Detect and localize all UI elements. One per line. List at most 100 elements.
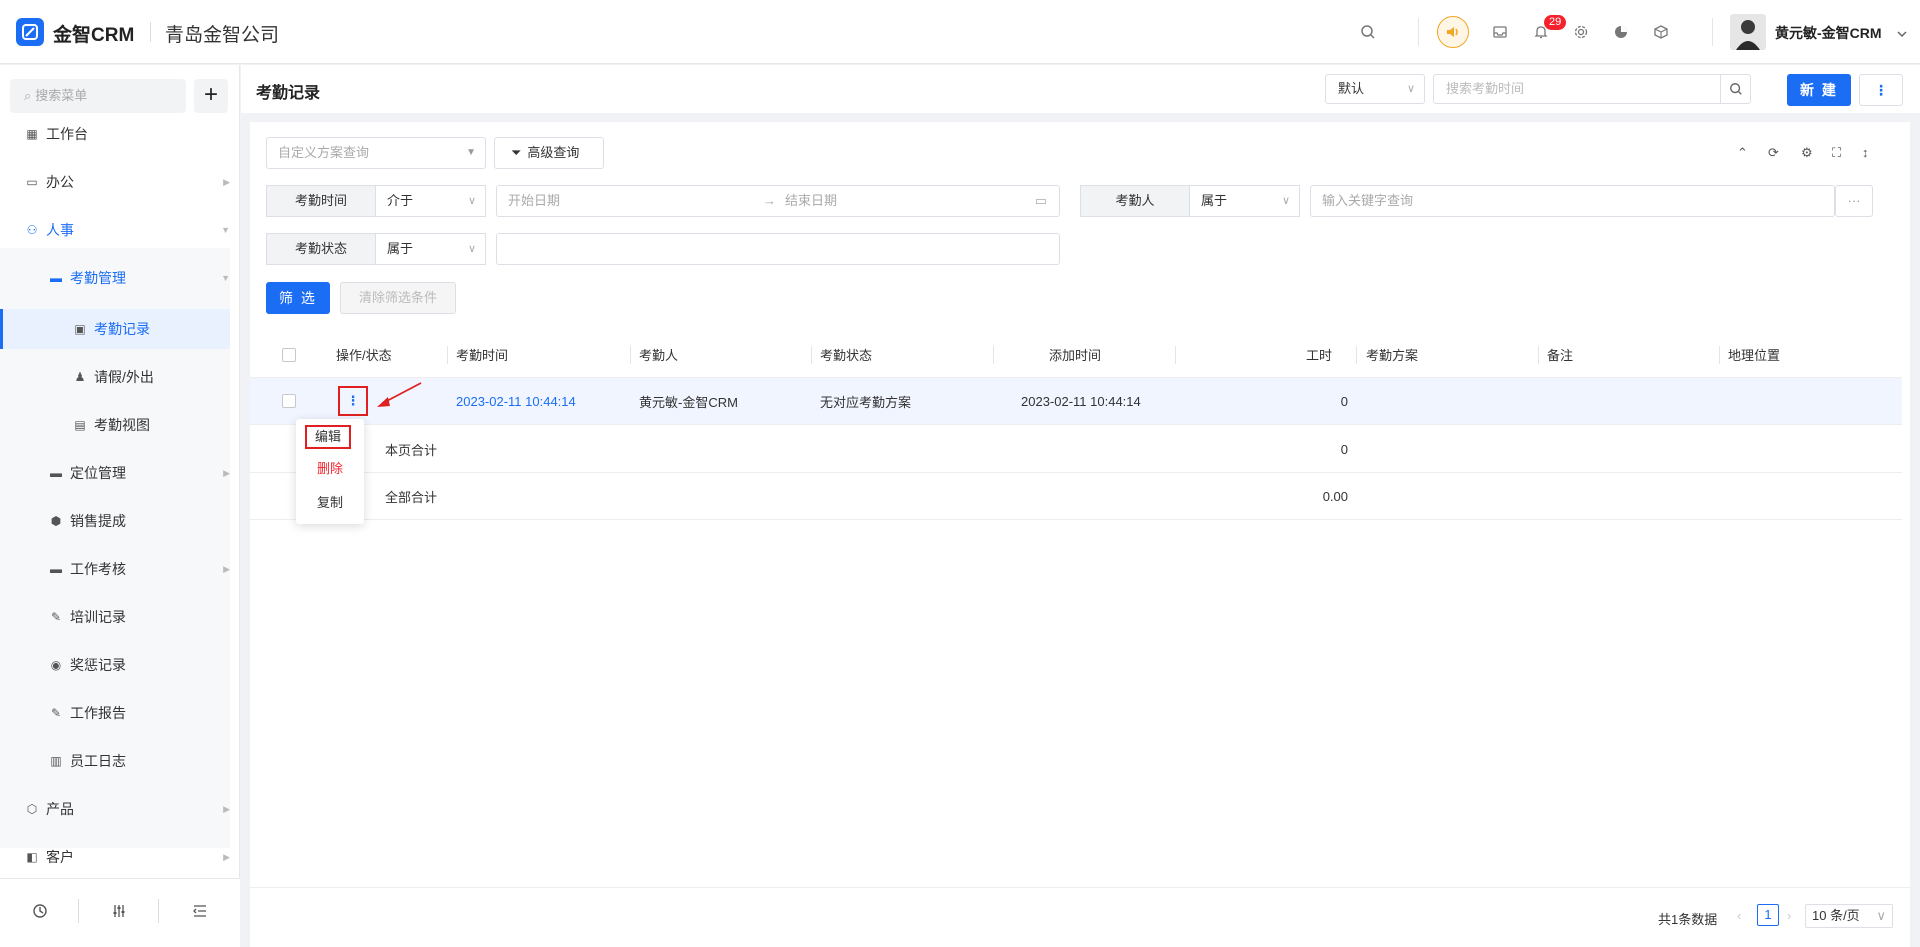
avatar[interactable] bbox=[1730, 14, 1766, 50]
prev-page-icon[interactable]: ‹ bbox=[1737, 908, 1741, 923]
view-select-value: 默认 bbox=[1338, 81, 1365, 96]
sidebar-item-workbench[interactable]: ▦ 工作台 bbox=[0, 114, 230, 154]
chevron-down-icon[interactable] bbox=[1890, 22, 1914, 46]
box-icon: ⬡ bbox=[26, 802, 38, 816]
select-all-checkbox[interactable] bbox=[282, 332, 296, 377]
person-operator-select[interactable]: 属于 ∨ bbox=[1190, 185, 1300, 217]
column-header[interactable]: 考勤方案 bbox=[1366, 332, 1418, 377]
status-operator-value: 属于 bbox=[387, 241, 414, 256]
caret-down-icon: ▼ bbox=[466, 147, 476, 158]
column-header[interactable]: 添加时间 bbox=[1049, 332, 1101, 377]
sidebar-item-assessment[interactable]: ▬ 工作考核 ▶ bbox=[0, 549, 230, 589]
sidebar-item-rewards[interactable]: ◉ 奖惩记录 bbox=[0, 645, 230, 685]
menu-search-input[interactable]: ⌕ 搜索菜单 bbox=[10, 79, 186, 113]
sidebar-item-product[interactable]: ⬡ 产品 ▶ bbox=[0, 789, 230, 829]
search-icon[interactable] bbox=[1356, 20, 1380, 44]
sidebar-item-attendance-view[interactable]: ▤ 考勤视图 bbox=[0, 405, 230, 445]
search-icon bbox=[1729, 83, 1742, 95]
column-header[interactable]: 操作/状态 bbox=[336, 332, 392, 377]
history-icon[interactable] bbox=[28, 899, 52, 923]
advanced-query-button[interactable]: ⏷ 高级查询 bbox=[494, 137, 604, 169]
hexagon-icon: ⬢ bbox=[50, 514, 62, 528]
view-select[interactable]: 默认 ∨ bbox=[1325, 74, 1425, 104]
settings-icon[interactable]: ⚙ bbox=[1801, 145, 1813, 161]
total-count: 共1条数据 bbox=[1658, 912, 1718, 927]
logo-text[interactable]: 金智CRM bbox=[53, 20, 134, 47]
divider bbox=[150, 22, 151, 42]
page-title: 考勤记录 bbox=[256, 85, 321, 102]
search-input[interactable]: 搜索考勤时间 bbox=[1433, 74, 1721, 104]
delete-menu-item[interactable]: 删除 bbox=[296, 456, 364, 482]
sidebar-item-label: 请假/外出 bbox=[94, 369, 154, 385]
page-size-select[interactable]: 10 条/页 ∨ bbox=[1805, 904, 1893, 928]
checkbox[interactable] bbox=[282, 394, 296, 408]
time-operator-select[interactable]: 介于 ∨ bbox=[376, 185, 486, 217]
sidebar-item-label: 工作考核 bbox=[70, 561, 126, 577]
row-actions-menu: 编辑 删除 复制 bbox=[296, 419, 364, 524]
chevron-down-icon: ∨ bbox=[1876, 908, 1886, 923]
collapse-up-icon[interactable]: ⌃ bbox=[1737, 145, 1748, 161]
page-number-current[interactable]: 1 bbox=[1757, 904, 1779, 926]
add-menu-button[interactable]: + bbox=[194, 79, 228, 113]
column-header[interactable]: 备注 bbox=[1547, 332, 1573, 377]
status-operator-select[interactable]: 属于 ∨ bbox=[376, 233, 486, 265]
sidebar-item-customer[interactable]: ◧ 客户 ▶ bbox=[0, 837, 230, 877]
column-header[interactable]: 考勤状态 bbox=[820, 332, 872, 377]
status-value-input[interactable] bbox=[496, 233, 1060, 265]
divider bbox=[1418, 18, 1419, 46]
sidebar-item-office[interactable]: ▭ 办公 ▶ bbox=[0, 162, 230, 202]
row-height-icon[interactable]: ↕ bbox=[1862, 145, 1869, 160]
date-range-picker[interactable]: 开始日期 → 结束日期 ▭ bbox=[496, 185, 1060, 217]
checkbox[interactable] bbox=[282, 347, 296, 362]
sidebar-item-training[interactable]: ✎ 培训记录 bbox=[0, 597, 230, 637]
sidebar-item-leave[interactable]: ♟ 请假/外出 bbox=[0, 357, 230, 397]
more-dots-button[interactable]: ··· bbox=[1835, 185, 1873, 217]
more-options-button[interactable]: ⋮ bbox=[1859, 74, 1903, 106]
sidebar-item-location[interactable]: ▬ 定位管理 ▶ bbox=[0, 453, 230, 493]
clear-filter-button[interactable]: 清除筛选条件 bbox=[340, 282, 456, 314]
table-row[interactable]: ⋮ 2023-02-11 10:44:14 黄元敏-金智CRM 无对应考勤方案 … bbox=[250, 378, 1902, 425]
row-checkbox[interactable] bbox=[282, 378, 296, 424]
edit-menu-item[interactable]: 编辑 bbox=[305, 425, 351, 449]
sidebar-item-commission[interactable]: ⬢ 销售提成 bbox=[0, 501, 230, 541]
scheme-select[interactable]: 自定义方案查询 ▼ bbox=[266, 137, 486, 169]
calendar-icon: ▭ bbox=[1034, 193, 1047, 208]
sidebar-item-label: 工作台 bbox=[46, 126, 88, 142]
column-header[interactable]: 地理位置 bbox=[1728, 332, 1780, 377]
sidebar-item-staff-log[interactable]: ▥ 员工日志 bbox=[0, 741, 230, 781]
pie-chart-icon[interactable] bbox=[1609, 20, 1633, 44]
chevron-down-icon: ∨ bbox=[1406, 83, 1415, 95]
sidebar-item-attendance-records[interactable]: ▣ 考勤记录 bbox=[0, 309, 230, 349]
sidebar-item-attendance-mgmt[interactable]: ▬ 考勤管理 ▼ bbox=[0, 258, 230, 298]
sliders-icon[interactable] bbox=[107, 899, 131, 923]
monitor-icon: ▭ bbox=[26, 175, 38, 189]
folder-icon: ▬ bbox=[50, 271, 62, 285]
keyword-input[interactable]: 输入关键字查询 bbox=[1310, 185, 1835, 217]
column-header[interactable]: 考勤时间 bbox=[456, 332, 508, 377]
speaker-icon[interactable] bbox=[1437, 16, 1469, 48]
filter-button[interactable]: 筛 选 bbox=[266, 282, 330, 314]
collapse-menu-icon[interactable] bbox=[188, 899, 212, 923]
copy-menu-item[interactable]: 复制 bbox=[296, 490, 364, 516]
new-button[interactable]: 新 建 bbox=[1787, 74, 1851, 106]
column-header[interactable]: 考勤人 bbox=[639, 332, 678, 377]
next-page-icon[interactable]: › bbox=[1787, 908, 1791, 923]
gear-icon[interactable] bbox=[1569, 20, 1593, 44]
cube-icon[interactable] bbox=[1649, 20, 1673, 44]
column-header[interactable]: 工时 bbox=[1306, 332, 1332, 377]
inbox-icon[interactable] bbox=[1488, 20, 1512, 44]
logo-icon[interactable] bbox=[16, 18, 44, 46]
all-total-label: 全部合计 bbox=[385, 489, 438, 505]
top-bar: 金智CRM 青岛金智公司 29 黄元敏-金智CRM bbox=[0, 0, 1920, 64]
divider bbox=[1538, 346, 1539, 364]
search-icon: ⌕ bbox=[24, 88, 32, 103]
fullscreen-icon[interactable]: ⛶ bbox=[1832, 145, 1841, 161]
status-filter-label: 考勤状态 bbox=[266, 233, 376, 265]
sidebar-item-work-report[interactable]: ✎ 工作报告 bbox=[0, 693, 230, 733]
sidebar-item-hr[interactable]: ⚇ 人事 ▼ bbox=[0, 210, 230, 250]
username[interactable]: 黄元敏-金智CRM bbox=[1775, 23, 1882, 43]
row-actions-button[interactable]: ⋮ bbox=[338, 386, 368, 416]
refresh-icon[interactable]: ⟳ bbox=[1768, 145, 1779, 161]
attendance-time-link[interactable]: 2023-02-11 10:44:14 bbox=[456, 378, 576, 424]
search-button[interactable] bbox=[1720, 74, 1751, 104]
